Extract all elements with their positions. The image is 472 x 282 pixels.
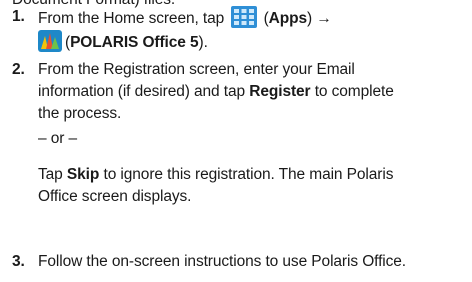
step-text: to ignore this registration. The main Po… — [103, 166, 394, 183]
step-number: 1. — [12, 8, 25, 25]
arrow: → — [316, 10, 332, 27]
step-text: the process. — [38, 105, 122, 122]
step-text: information (if desired) and tap — [38, 83, 246, 100]
step-text: From the Home screen, tap — [38, 10, 225, 27]
apps-grid-icon — [231, 6, 258, 28]
step-text: Office screen displays. — [38, 188, 192, 205]
step-number: 2. — [12, 61, 25, 78]
step-text: Tap — [38, 166, 63, 183]
or-separator: – or – — [38, 130, 78, 147]
step-text: From the Registration screen, enter your… — [38, 61, 355, 78]
polaris-label: POLARIS Office 5 — [70, 34, 199, 51]
step-2-body: From the Registration screen, enter your… — [38, 59, 468, 208]
polaris-office-icon — [38, 30, 62, 52]
step-1-body: From the Home screen, tap (Apps) → (POLA… — [38, 6, 468, 54]
step-number: 3. — [12, 253, 25, 270]
step-text: to complete — [314, 83, 394, 100]
step-3-body: Follow the on-screen instructions to use… — [38, 251, 468, 273]
register-label: Register — [249, 83, 311, 100]
step-text: Follow the on-screen instructions to use… — [38, 253, 407, 270]
skip-label: Skip — [66, 166, 100, 183]
apps-label: Apps — [268, 10, 308, 27]
